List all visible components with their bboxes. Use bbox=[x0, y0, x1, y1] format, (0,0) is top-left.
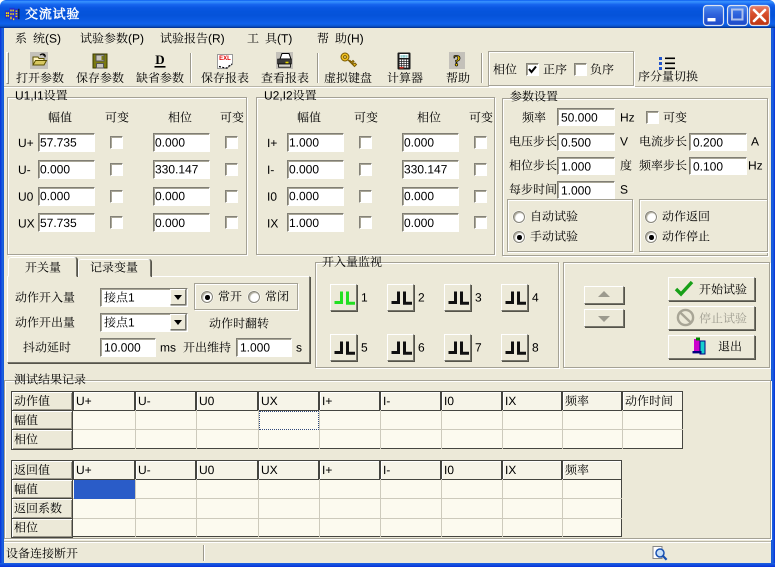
svg-text:EXL: EXL bbox=[219, 56, 231, 62]
svg-text:888: 888 bbox=[400, 56, 408, 60]
svg-text:?: ? bbox=[453, 53, 461, 70]
svg-text:D: D bbox=[155, 52, 164, 67]
